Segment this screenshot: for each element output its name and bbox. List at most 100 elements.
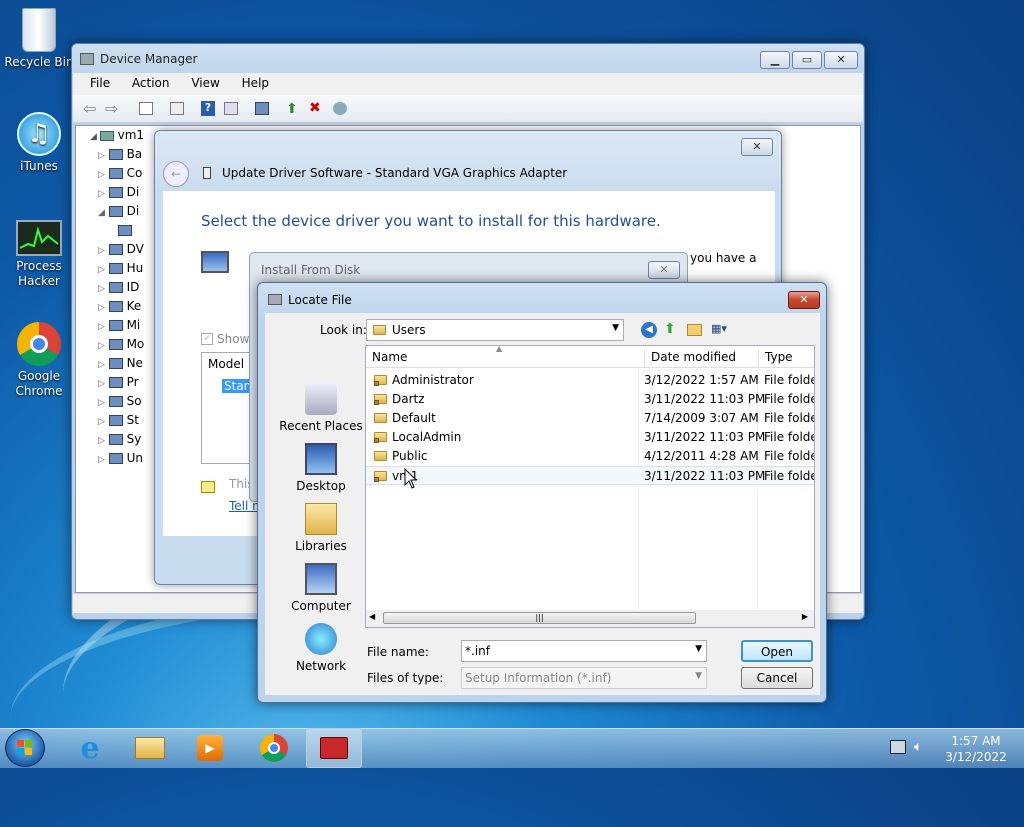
tree-item[interactable]: ▷ DV [98, 240, 144, 259]
up-folder-icon[interactable]: ⬆ [664, 321, 676, 337]
view-menu-icon[interactable]: ▦▾ [711, 322, 737, 337]
tree-item[interactable] [98, 221, 144, 240]
expand-arrow-icon[interactable]: ▷ [98, 265, 105, 275]
uninstall-icon[interactable]: ✖ [309, 100, 321, 116]
expand-arrow-icon[interactable]: ◢ [98, 208, 105, 218]
expand-arrow-icon[interactable]: ▷ [98, 398, 105, 408]
process-hacker-shortcut[interactable]: Process Hacker [4, 220, 74, 289]
expand-arrow-icon[interactable]: ▷ [98, 170, 105, 180]
tree-item[interactable]: ▷ Pr [98, 373, 144, 392]
tree-item[interactable]: ▷ Di [98, 183, 144, 202]
expand-arrow-icon[interactable]: ▷ [98, 417, 105, 427]
update-driver-close-button[interactable]: ✕ [741, 138, 773, 156]
taskbar-device-manager[interactable] [306, 728, 362, 768]
forward-arrow-icon[interactable]: ⇨ [105, 99, 118, 118]
show-compatible-checkbox[interactable]: ✓ [201, 333, 213, 345]
tree-item[interactable]: ▷ Ne [98, 354, 144, 373]
expand-arrow-icon[interactable]: ▷ [98, 303, 105, 313]
tree-item[interactable]: ▷ So [98, 392, 144, 411]
update-icon[interactable] [170, 102, 184, 115]
recycle-bin-shortcut[interactable]: Recycle Bin [4, 8, 74, 70]
locate-file-close-button[interactable]: ✕ [788, 291, 820, 309]
help-icon[interactable]: ? [201, 101, 215, 116]
tree-item[interactable]: ▷ ID [98, 278, 144, 297]
update-driver-icon[interactable]: ⬆ [286, 101, 298, 117]
taskbar-chrome[interactable] [246, 728, 302, 768]
back-arrow-icon[interactable]: ⇦ [83, 99, 96, 118]
minimize-button[interactable]: ▁ [760, 51, 790, 69]
menu-file[interactable]: File [90, 76, 110, 90]
chevron-down-icon[interactable]: ▼ [695, 644, 702, 654]
tree-item[interactable]: ▷ Co [98, 164, 144, 183]
column-date-modified[interactable]: Date modified [644, 350, 736, 368]
tree-item[interactable]: ▷ Mo [98, 335, 144, 354]
expand-arrow-icon[interactable]: ▷ [98, 246, 105, 256]
clock[interactable]: 1:57 AM 3/12/2022 [936, 733, 1016, 765]
menu-action[interactable]: Action [132, 76, 170, 90]
expand-arrow-icon[interactable]: ▷ [98, 189, 105, 199]
device-category-icon [108, 301, 123, 312]
place-computer[interactable]: Computer [275, 563, 367, 613]
expand-arrow-icon[interactable]: ▷ [98, 436, 105, 446]
maximize-button[interactable]: ▭ [792, 51, 822, 69]
menu-view[interactable]: View [191, 76, 219, 90]
place-recent-places[interactable]: Recent Places [275, 383, 367, 433]
scroll-right-icon[interactable]: ▶ [802, 612, 808, 621]
file-row[interactable]: Administrator 3/12/2022 1:57 AM File folde… [366, 371, 814, 390]
tree-item[interactable]: ▷ Ba [98, 145, 144, 164]
place-network[interactable]: Network [275, 623, 367, 673]
expand-arrow-icon[interactable]: ▷ [98, 151, 105, 161]
scan-icon[interactable] [255, 102, 269, 115]
new-folder-icon[interactable] [687, 324, 702, 336]
scroll-thumb[interactable]: ||| [383, 612, 696, 624]
tree-item[interactable]: ▷ Mi [98, 316, 144, 335]
tree-item[interactable]: ◢ Di [98, 202, 144, 221]
column-type[interactable]: Type [758, 350, 793, 368]
file-row[interactable]: vm13/11/2022 11:03 PMFile folder [366, 466, 814, 485]
cancel-button[interactable]: Cancel [741, 667, 813, 689]
file-row[interactable]: Default 7/14/2009 3:07 AM File folder [366, 409, 814, 428]
look-in-dropdown[interactable]: Users ▼ [366, 319, 624, 341]
tree-root[interactable]: ◢ vm1 [90, 126, 144, 145]
properties-icon[interactable] [139, 102, 153, 115]
expand-arrow-icon[interactable]: ▷ [98, 455, 105, 465]
close-button[interactable]: ✕ [824, 51, 858, 69]
view-icon[interactable] [224, 102, 238, 115]
file-row[interactable]: Public 4/12/2011 4:28 AM File folder [366, 447, 814, 466]
place-desktop[interactable]: Desktop [275, 443, 367, 493]
back-button[interactable]: ← [163, 161, 189, 187]
file-row[interactable]: LocalAdmin 3/11/2022 11:03 PMFile folder [366, 428, 814, 447]
expand-arrow-icon[interactable]: ▷ [98, 379, 105, 389]
network-tray-icon[interactable] [890, 740, 906, 754]
itunes-shortcut[interactable]: ♫ iTunes [4, 112, 74, 174]
file-list[interactable]: Name ▲ Date modified Type Administrator 3… [365, 345, 815, 628]
expand-arrow-icon[interactable]: ▷ [98, 284, 105, 294]
scroll-left-icon[interactable]: ◀ [369, 612, 375, 621]
file-name-field[interactable]: *.inf ▼ [461, 640, 707, 662]
tree-item[interactable]: ▷ Sy [98, 430, 144, 449]
back-circle-icon[interactable]: ◀ [641, 322, 657, 338]
column-name[interactable]: Name [372, 350, 407, 364]
menu-help[interactable]: Help [242, 76, 269, 90]
tree-item[interactable]: ▷ St [98, 411, 144, 430]
tree-item[interactable]: ▷ Ke [98, 297, 144, 316]
install-from-disk-close-button[interactable]: ✕ [648, 261, 680, 279]
expand-arrow-icon[interactable]: ▷ [98, 322, 105, 332]
tree-item-label: Hu [126, 261, 144, 275]
tree-item[interactable]: ▷ Hu [98, 259, 144, 278]
taskbar-explorer[interactable] [122, 728, 178, 768]
file-row[interactable]: Dartz 3/11/2022 11:03 PMFile folder [366, 390, 814, 409]
enable-icon[interactable] [333, 102, 347, 115]
volume-tray-icon[interactable]: 🔈︎ [914, 739, 922, 755]
expand-arrow-icon[interactable]: ▷ [98, 341, 105, 351]
horizontal-scrollbar[interactable]: ◀ ||| ▶ [366, 610, 814, 627]
start-button[interactable] [5, 729, 45, 767]
taskbar-media-player[interactable]: ▶ [182, 728, 238, 768]
place-libraries[interactable]: Libraries [275, 503, 367, 553]
files-of-type-dropdown[interactable]: Setup Information (*.inf) ▼ [461, 667, 707, 689]
tree-item[interactable]: ▷ Un [98, 449, 144, 468]
google-chrome-shortcut[interactable]: Google Chrome [4, 322, 74, 399]
taskbar-internet-explorer[interactable]: e [62, 728, 118, 768]
open-button[interactable]: Open [741, 640, 813, 662]
expand-arrow-icon[interactable]: ▷ [98, 360, 105, 370]
